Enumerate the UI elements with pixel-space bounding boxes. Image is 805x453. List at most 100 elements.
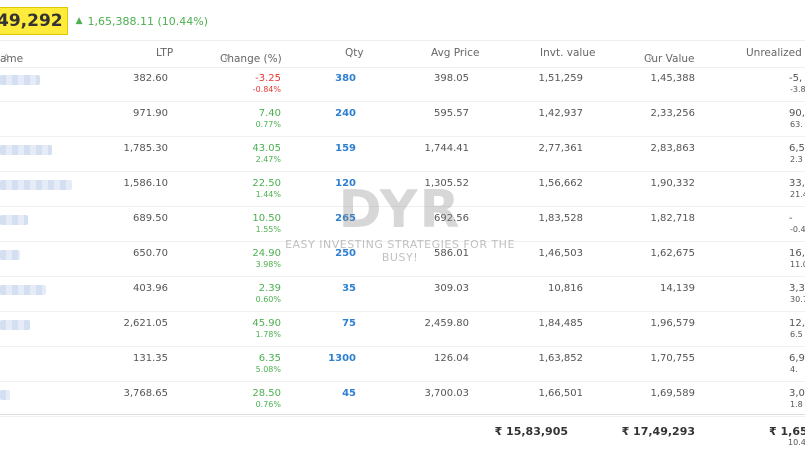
holding-cur-value: 1,82,718	[650, 213, 695, 224]
holding-row[interactable]: 650.70 24.90 3.98% 250 586.01 1,46,503 1,62,67…	[0, 241, 805, 277]
holding-name-redacted	[0, 250, 20, 260]
holding-invt-value: 2,77,361	[538, 143, 583, 154]
holding-ltp: 131.35	[133, 353, 168, 364]
holding-change-pct: -0.84%	[252, 85, 281, 94]
holding-qty[interactable]: 1300	[328, 353, 356, 364]
holding-change: 2.39	[258, 283, 281, 294]
holding-invt-value: 1,46,503	[538, 248, 583, 259]
holding-unrealized: 33,6	[789, 178, 805, 189]
holding-row[interactable]: 3,768.65 28.50 0.76% 45 3,700.03 1,66,501 1,69…	[0, 381, 805, 417]
holdings-totals: ₹ 15,83,905 ₹ 17,49,293 ₹ 1,65,3 10.4	[0, 414, 805, 453]
holding-row[interactable]: 689.50 10.50 1.55% 265 692.56 1,83,528 1,82,71…	[0, 206, 805, 242]
holding-change-pct: 0.77%	[255, 120, 281, 129]
holding-avg-price: 1,305.52	[424, 178, 469, 189]
holding-unrealized: 3,3	[789, 283, 805, 294]
holding-name-redacted	[0, 215, 28, 225]
holding-unrealized-pct: 4.	[790, 365, 798, 374]
holding-ltp: 382.60	[133, 73, 168, 84]
holding-name-redacted	[0, 180, 72, 190]
col-header-invt-value[interactable]: Invt. value	[540, 47, 595, 59]
holding-avg-price: 309.03	[434, 283, 469, 294]
col-header-qty[interactable]: Qty	[345, 47, 364, 59]
holding-qty[interactable]: 240	[335, 108, 356, 119]
holding-cur-value: 1,69,589	[650, 388, 695, 399]
holding-invt-value: 1,42,937	[538, 108, 583, 119]
holding-row[interactable]: 971.90 7.40 0.77% 240 595.57 1,42,937 2,33,256…	[0, 101, 805, 137]
holding-qty[interactable]: 250	[335, 248, 356, 259]
total-unrealized: ₹ 1,65,3	[769, 425, 805, 438]
holding-qty[interactable]: 75	[342, 318, 356, 329]
holding-name-redacted	[0, 285, 46, 295]
holding-unrealized: 12,0	[789, 318, 805, 329]
total-pnl: 1,65,388.11 (10.44%)	[87, 14, 209, 28]
holding-avg-price: 595.57	[434, 108, 469, 119]
holding-change-pct: 0.76%	[255, 400, 281, 409]
holding-change-pct: 0.60%	[255, 295, 281, 304]
holding-ltp: 403.96	[133, 283, 168, 294]
holding-unrealized-pct: -0.4	[790, 225, 805, 234]
holding-change: 28.50	[252, 388, 281, 399]
total-unrealized-pct: 10.4	[788, 438, 805, 447]
holding-change: 45.90	[252, 318, 281, 329]
holding-change-pct: 1.78%	[255, 330, 281, 339]
holding-unrealized: 6,5	[789, 143, 805, 154]
holding-change: -3.25	[255, 73, 281, 84]
holding-cur-value: 1,62,675	[650, 248, 695, 259]
portfolio-summary: 49,292 ▲ 1,65,388.11 (10.44%)	[0, 6, 208, 36]
holding-change-pct: 1.55%	[255, 225, 281, 234]
col-header-unrealized[interactable]: Unrealized G	[746, 47, 805, 59]
holding-unrealized-pct: -3.8	[790, 85, 805, 94]
holding-unrealized: -	[789, 213, 793, 224]
holding-avg-price: 398.05	[434, 73, 469, 84]
holding-unrealized-pct: 63.	[790, 120, 803, 129]
holding-invt-value: 10,816	[548, 283, 583, 294]
holding-change: 6.35	[258, 353, 281, 364]
holding-row[interactable]: 131.35 6.35 5.08% 1300 126.04 1,63,852 1,70,75…	[0, 346, 805, 382]
holding-change: 22.50	[252, 178, 281, 189]
holding-row[interactable]: 1,586.10 22.50 1.44% 120 1,305.52 1,56,662 1,9…	[0, 171, 805, 207]
holding-invt-value: 1,83,528	[538, 213, 583, 224]
up-arrow-icon: ▲	[75, 16, 83, 26]
holding-unrealized: 16,	[789, 248, 805, 259]
holding-avg-price: 692.56	[434, 213, 469, 224]
holding-name-redacted	[0, 75, 40, 85]
holding-avg-price: 2,459.80	[424, 318, 469, 329]
holding-unrealized-pct: 11.0	[790, 260, 805, 269]
holding-unrealized: 90,	[789, 108, 805, 119]
holding-row[interactable]: 2,621.05 45.90 1.78% 75 2,459.80 1,84,485 1,96…	[0, 311, 805, 347]
holding-qty[interactable]: 265	[335, 213, 356, 224]
holding-name-redacted	[0, 320, 30, 330]
holding-unrealized-pct: 21.4	[790, 190, 805, 199]
holding-qty[interactable]: 120	[335, 178, 356, 189]
holding-cur-value: 1,90,332	[650, 178, 695, 189]
total-current-value: 49,292	[0, 7, 68, 35]
holding-cur-value: 1,45,388	[650, 73, 695, 84]
holding-qty[interactable]: 159	[335, 143, 356, 154]
holding-qty[interactable]: 380	[335, 73, 356, 84]
holding-invt-value: 1,66,501	[538, 388, 583, 399]
holding-row[interactable]: 403.96 2.39 0.60% 35 309.03 10,816 14,139 3,3 30…	[0, 276, 805, 312]
holding-avg-price: 126.04	[434, 353, 469, 364]
holding-cur-value: 2,33,256	[650, 108, 695, 119]
sort-icon[interactable]: ⇕	[223, 53, 230, 62]
holding-change-pct: 5.08%	[255, 365, 281, 374]
holding-qty[interactable]: 35	[342, 283, 356, 294]
holding-change: 7.40	[258, 108, 281, 119]
holding-qty[interactable]: 45	[342, 388, 356, 399]
holding-unrealized: 3,0	[789, 388, 805, 399]
holding-avg-price: 586.01	[434, 248, 469, 259]
col-header-ltp[interactable]: LTP	[156, 47, 173, 59]
holding-unrealized-pct: 6.5	[790, 330, 803, 339]
holding-invt-value: 1,63,852	[538, 353, 583, 364]
holding-change: 43.05	[252, 143, 281, 154]
holding-change-pct: 1.44%	[255, 190, 281, 199]
col-header-avg-price[interactable]: Avg Price	[431, 47, 479, 59]
holding-row[interactable]: 1,785.30 43.05 2.47% 159 1,744.41 2,77,361 2,8…	[0, 136, 805, 172]
sort-icon[interactable]: ⇕	[3, 53, 10, 62]
holding-unrealized: 6,9	[789, 353, 805, 364]
holding-name-redacted	[0, 390, 10, 400]
holding-row[interactable]: 382.60 -3.25 -0.84% 380 398.05 1,51,259 1,45,3…	[0, 66, 805, 102]
holding-invt-value: 1,56,662	[538, 178, 583, 189]
holding-unrealized-pct: 2.3	[790, 155, 803, 164]
sort-icon[interactable]: ⇕	[647, 53, 654, 62]
